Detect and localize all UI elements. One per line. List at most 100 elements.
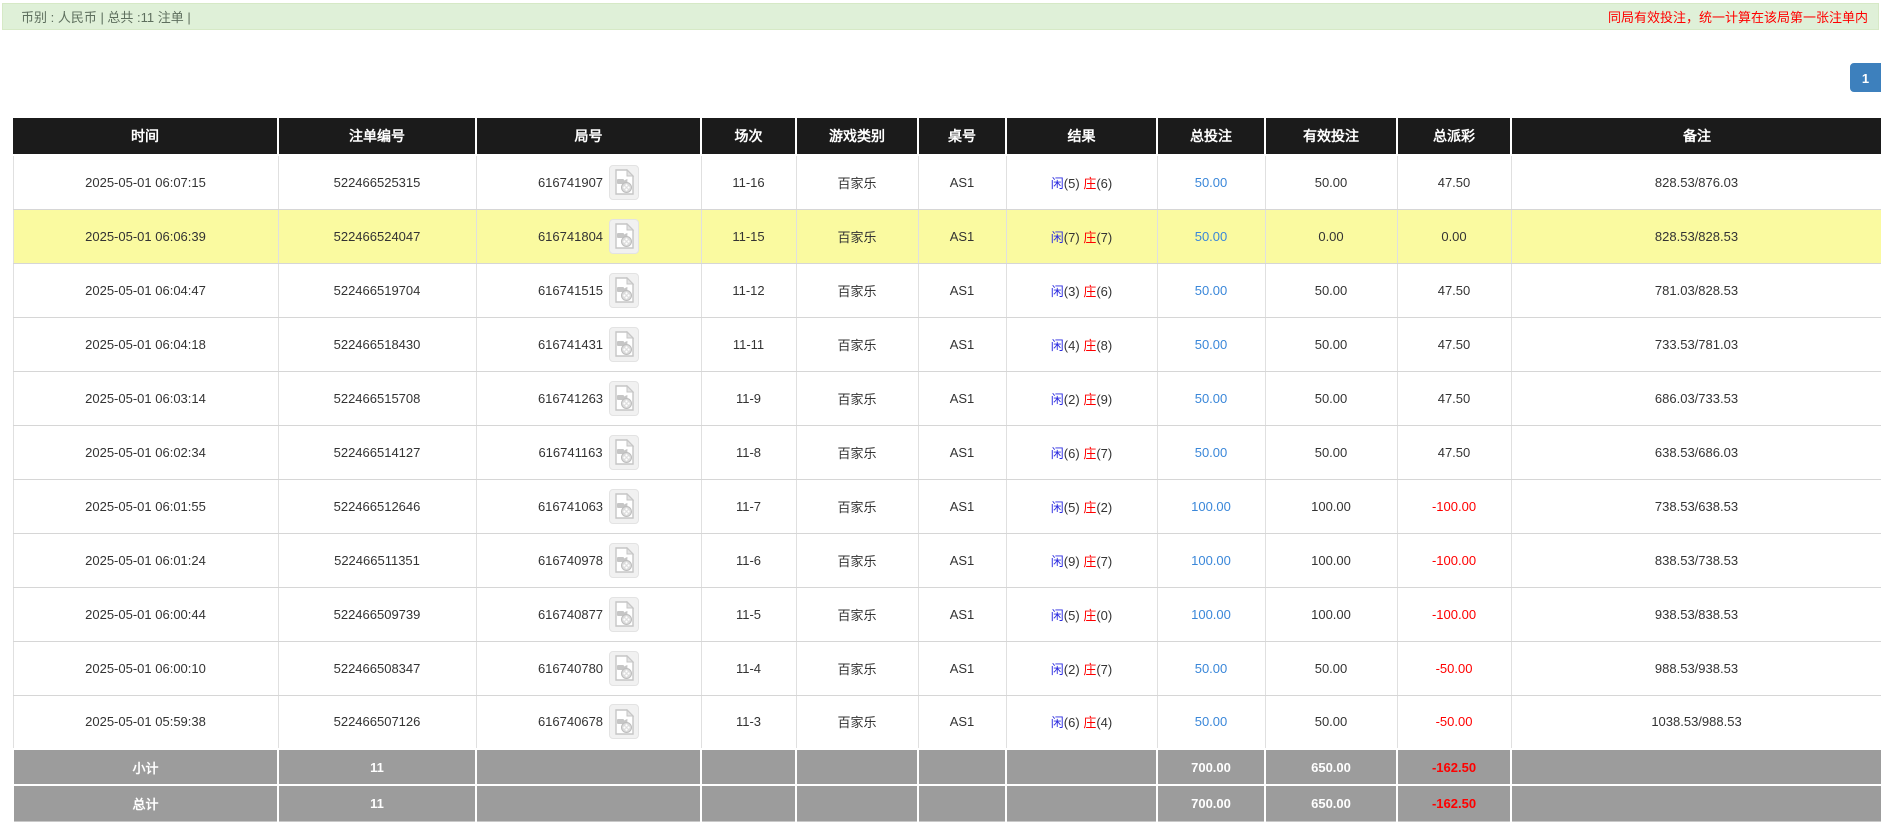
cell-round-no: 616741163	[476, 425, 701, 479]
cell-session: 11-9	[701, 371, 796, 425]
cell-bet-no: 522466507126	[278, 695, 476, 749]
cell-bet-no: 522466508347	[278, 641, 476, 695]
round-number: 616741063	[538, 499, 603, 514]
round-number: 616740780	[538, 661, 603, 676]
cell-round-no: 616741431	[476, 317, 701, 371]
video-replay-icon[interactable]	[609, 651, 639, 686]
total-bet-link[interactable]: 50.00	[1195, 283, 1228, 298]
header-time: 时间	[13, 118, 278, 155]
cell-session: 11-8	[701, 425, 796, 479]
video-replay-icon[interactable]	[609, 435, 639, 470]
total-bet-link[interactable]: 50.00	[1195, 714, 1228, 729]
total-bet-link[interactable]: 100.00	[1191, 499, 1231, 514]
cell-time: 2025-05-01 06:04:47	[13, 263, 278, 317]
cell-bet-no: 522466509739	[278, 587, 476, 641]
video-replay-icon[interactable]	[609, 597, 639, 632]
total-bet-link[interactable]: 100.00	[1191, 553, 1231, 568]
video-replay-icon[interactable]	[609, 381, 639, 416]
result-player-score: (9)	[1064, 554, 1080, 569]
cell-valid-bet: 0.00	[1265, 209, 1397, 263]
cell-result: 闲(2) 庄(7)	[1006, 641, 1157, 695]
total-bet-link[interactable]: 50.00	[1195, 445, 1228, 460]
header-result: 结果	[1006, 118, 1157, 155]
video-replay-icon[interactable]	[609, 489, 639, 524]
result-player-score: (5)	[1064, 176, 1080, 191]
total-bet-link[interactable]: 100.00	[1191, 607, 1231, 622]
cell-game-type: 百家乐	[796, 425, 918, 479]
video-replay-icon[interactable]	[609, 219, 639, 254]
cell-result: 闲(5) 庄(2)	[1006, 479, 1157, 533]
video-replay-icon[interactable]	[609, 543, 639, 578]
cell-time: 2025-05-01 06:03:14	[13, 371, 278, 425]
cell-game-type: 百家乐	[796, 371, 918, 425]
cell-payout: 47.50	[1397, 317, 1511, 371]
video-replay-icon[interactable]	[609, 273, 639, 308]
cell-time: 2025-05-01 06:07:15	[13, 155, 278, 209]
cell-result: 闲(9) 庄(7)	[1006, 533, 1157, 587]
page-1-button[interactable]: 1	[1850, 63, 1881, 92]
cell-payout: 47.50	[1397, 155, 1511, 209]
cell-result: 闲(3) 庄(6)	[1006, 263, 1157, 317]
cell-result: 闲(4) 庄(8)	[1006, 317, 1157, 371]
cell-valid-bet: 50.00	[1265, 371, 1397, 425]
cell-game-type: 百家乐	[796, 533, 918, 587]
result-player-score: (6)	[1064, 715, 1080, 730]
cell-valid-bet: 100.00	[1265, 587, 1397, 641]
currency-summary-text: 币别 : 人民币 | 总共 :11 注单 |	[21, 7, 191, 26]
cell-valid-bet: 50.00	[1265, 641, 1397, 695]
total-row: 总计 11 700.00 650.00 -162.50	[13, 785, 1881, 821]
cell-payout: -100.00	[1397, 587, 1511, 641]
total-bet-link[interactable]: 50.00	[1195, 661, 1228, 676]
cell-payout: 0.00	[1397, 209, 1511, 263]
cell-remark: 738.53/638.53	[1511, 479, 1881, 533]
cell-payout: -100.00	[1397, 479, 1511, 533]
result-banker-score: (2)	[1096, 500, 1112, 515]
cell-game-type: 百家乐	[796, 209, 918, 263]
total-bet-link[interactable]: 50.00	[1195, 337, 1228, 352]
cell-table-no: AS1	[918, 317, 1006, 371]
record-row: 2025-05-01 06:06:39 522466524047 6167418…	[13, 209, 1881, 263]
cell-bet-no: 522466519704	[278, 263, 476, 317]
result-player-label: 闲	[1051, 662, 1064, 677]
cell-payout: 47.50	[1397, 371, 1511, 425]
result-banker-label: 庄	[1083, 554, 1096, 569]
total-bet-link[interactable]: 50.00	[1195, 175, 1228, 190]
cell-table-no: AS1	[918, 209, 1006, 263]
cell-total-bet: 50.00	[1157, 209, 1265, 263]
cell-round-no: 616740678	[476, 695, 701, 749]
round-number: 616740877	[538, 607, 603, 622]
cell-round-no: 616741804	[476, 209, 701, 263]
result-banker-label: 庄	[1083, 715, 1096, 730]
cell-payout: -50.00	[1397, 695, 1511, 749]
result-banker-label: 庄	[1083, 338, 1096, 353]
cell-bet-no: 522466512646	[278, 479, 476, 533]
header-round-no: 局号	[476, 118, 701, 155]
cell-payout: -50.00	[1397, 641, 1511, 695]
cell-total-bet: 100.00	[1157, 533, 1265, 587]
result-banker-score: (0)	[1096, 608, 1112, 623]
total-bet-link[interactable]: 50.00	[1195, 229, 1228, 244]
total-bet-link[interactable]: 50.00	[1195, 391, 1228, 406]
cell-result: 闲(2) 庄(9)	[1006, 371, 1157, 425]
cell-session: 11-4	[701, 641, 796, 695]
subtotal-valid-bet: 650.00	[1265, 749, 1397, 785]
cell-valid-bet: 50.00	[1265, 695, 1397, 749]
record-row: 2025-05-01 06:07:15 522466525315 6167419…	[13, 155, 1881, 209]
cell-remark: 938.53/838.53	[1511, 587, 1881, 641]
cell-total-bet: 100.00	[1157, 587, 1265, 641]
video-replay-icon[interactable]	[609, 327, 639, 362]
result-player-score: (5)	[1064, 500, 1080, 515]
result-banker-label: 庄	[1083, 392, 1096, 407]
total-label: 总计	[13, 785, 278, 821]
cell-session: 11-5	[701, 587, 796, 641]
result-player-label: 闲	[1051, 446, 1064, 461]
cell-session: 11-16	[701, 155, 796, 209]
cell-total-bet: 50.00	[1157, 263, 1265, 317]
header-valid-bet: 有效投注	[1265, 118, 1397, 155]
video-replay-icon[interactable]	[609, 704, 639, 739]
subtotal-count: 11	[278, 749, 476, 785]
record-row: 2025-05-01 06:02:34 522466514127 6167411…	[13, 425, 1881, 479]
cell-valid-bet: 50.00	[1265, 263, 1397, 317]
video-replay-icon[interactable]	[609, 165, 639, 200]
record-row: 2025-05-01 06:01:55 522466512646 6167410…	[13, 479, 1881, 533]
